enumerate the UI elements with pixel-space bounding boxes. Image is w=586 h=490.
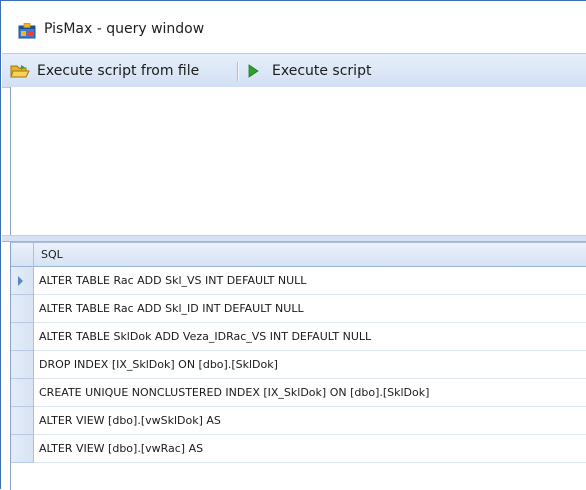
title-bar: PisMax - query window <box>2 2 586 52</box>
sql-cell[interactable]: ALTER VIEW [dbo].[vwSklDok] AS <box>34 407 586 435</box>
table-row[interactable]: ALTER VIEW [dbo].[vwSklDok] AS <box>11 407 586 435</box>
folder-open-icon <box>10 64 30 77</box>
sql-cell[interactable]: CREATE UNIQUE NONCLUSTERED INDEX [IX_Skl… <box>34 379 586 407</box>
query-window: PisMax - query window Execute script fro… <box>0 0 586 490</box>
panel-splitter[interactable] <box>2 235 586 242</box>
table-row[interactable]: ALTER TABLE Rac ADD Skl_ID INT DEFAULT N… <box>11 295 586 323</box>
execute-script-from-file-label: Execute script from file <box>37 62 200 79</box>
toolbar: Execute script from file Execute script <box>2 53 586 88</box>
execute-script-from-file-button[interactable]: Execute script from file <box>10 54 199 87</box>
grid-rows: ALTER TABLE Rac ADD Skl_VS INT DEFAULT N… <box>11 267 586 463</box>
row-indicator[interactable] <box>11 351 34 379</box>
row-indicator[interactable] <box>11 435 34 463</box>
table-row[interactable]: CREATE UNIQUE NONCLUSTERED INDEX [IX_Skl… <box>11 379 586 407</box>
row-indicator[interactable] <box>11 379 34 407</box>
table-row[interactable]: DROP INDEX [IX_SklDok] ON [dbo].[SklDok] <box>11 351 586 379</box>
execute-script-label: Execute script <box>272 62 372 79</box>
app-window-icon <box>18 23 36 39</box>
row-indicator[interactable] <box>11 267 34 295</box>
row-indicator[interactable] <box>11 323 34 351</box>
table-row[interactable]: ALTER VIEW [dbo].[vwRac] AS <box>11 435 586 463</box>
row-indicator[interactable] <box>11 407 34 435</box>
sql-grid[interactable]: SQL ALTER TABLE Rac ADD Skl_VS INT DEFAU… <box>10 242 586 490</box>
grid-header: SQL <box>11 242 586 267</box>
sql-editor[interactable] <box>10 87 586 235</box>
sql-cell[interactable]: ALTER TABLE Rac ADD Skl_ID INT DEFAULT N… <box>34 295 586 323</box>
row-indicator[interactable] <box>11 295 34 323</box>
sql-cell[interactable]: ALTER TABLE Rac ADD Skl_VS INT DEFAULT N… <box>34 267 586 295</box>
toolbar-separator <box>237 62 239 81</box>
column-header-sql[interactable]: SQL <box>34 242 586 267</box>
sql-cell[interactable]: DROP INDEX [IX_SklDok] ON [dbo].[SklDok] <box>34 351 586 379</box>
window-title: PisMax - query window <box>44 21 205 37</box>
current-row-arrow-icon <box>18 276 23 286</box>
sql-cell[interactable]: ALTER VIEW [dbo].[vwRac] AS <box>34 435 586 463</box>
table-row[interactable]: ALTER TABLE SklDok ADD Veza_IDRac_VS INT… <box>11 323 586 351</box>
row-indicator-header[interactable] <box>11 242 34 267</box>
execute-script-button[interactable]: Execute script <box>247 54 371 87</box>
table-row[interactable]: ALTER TABLE Rac ADD Skl_VS INT DEFAULT N… <box>11 267 586 295</box>
sql-cell[interactable]: ALTER TABLE SklDok ADD Veza_IDRac_VS INT… <box>34 323 586 351</box>
play-icon <box>248 63 259 78</box>
